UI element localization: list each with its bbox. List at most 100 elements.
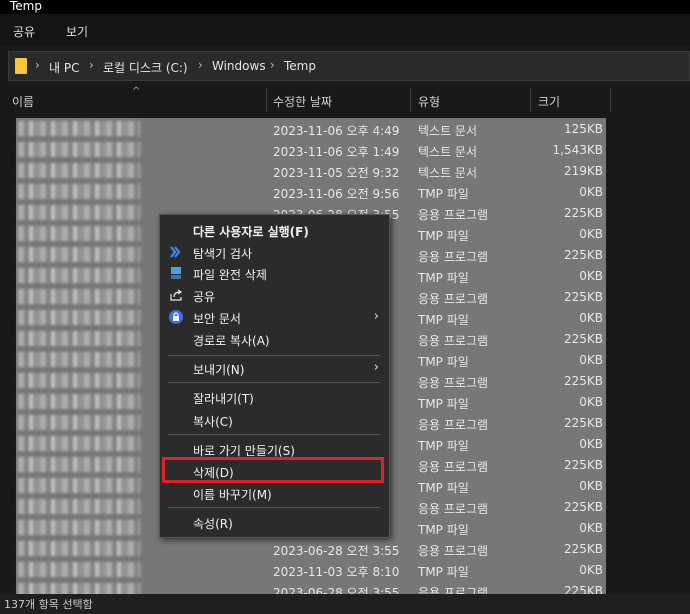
sort-indicator-icon: ^ bbox=[132, 86, 141, 97]
cell-type: 텍스트 문서 bbox=[418, 145, 478, 159]
table-row[interactable]: 2023-11-06 오후 1:49 텍스트 문서 1,543KB bbox=[0, 139, 690, 160]
file-name-redacted bbox=[18, 289, 140, 304]
cell-type: TMP 파일 bbox=[418, 523, 469, 537]
menu-scan[interactable]: 탐색기 검사 bbox=[160, 242, 389, 263]
cell-size: 0KB bbox=[579, 185, 603, 199]
cell-size: 225KB bbox=[563, 206, 603, 220]
breadcrumb-windows[interactable]: Windows bbox=[212, 59, 266, 73]
cell-type: TMP 파일 bbox=[418, 397, 469, 411]
column-type[interactable]: 유형 bbox=[418, 93, 440, 110]
cell-size: 225KB bbox=[563, 416, 603, 430]
lock-icon bbox=[169, 310, 183, 324]
menu-run-as[interactable]: 다른 사용자로 실행(F) bbox=[160, 220, 389, 241]
menu-share[interactable]: 공유 bbox=[13, 23, 35, 40]
file-name-redacted bbox=[18, 499, 140, 514]
cell-type: 응용 프로그램 bbox=[418, 376, 489, 390]
file-name-redacted bbox=[18, 541, 140, 556]
cell-size: 225KB bbox=[563, 542, 603, 556]
column-divider[interactable] bbox=[610, 88, 611, 112]
table-row[interactable]: 2023-11-05 오전 9:32 텍스트 문서 219KB bbox=[0, 160, 690, 181]
breadcrumb-separator[interactable]: › bbox=[198, 58, 203, 72]
column-name[interactable]: 이름 bbox=[12, 93, 34, 110]
cell-type: TMP 파일 bbox=[418, 229, 469, 243]
file-name-redacted bbox=[18, 310, 140, 325]
column-size[interactable]: 크기 bbox=[538, 93, 560, 110]
menu-shred-label: 파일 완전 삭제 bbox=[193, 268, 267, 282]
cell-size: 0KB bbox=[579, 311, 603, 325]
menu-cut-label: 잘라내기(T) bbox=[193, 392, 254, 406]
breadcrumb-this-pc[interactable]: 내 PC bbox=[49, 59, 79, 76]
status-bar: 137개 항목 선택함 bbox=[0, 594, 690, 614]
cell-size: 225KB bbox=[563, 458, 603, 472]
menu-cut[interactable]: 잘라내기(T) bbox=[160, 387, 389, 408]
menu-share[interactable]: 공유 bbox=[160, 285, 389, 306]
window-title: Temp bbox=[10, 0, 42, 13]
menu-view[interactable]: 보기 bbox=[66, 23, 88, 40]
cell-size: 0KB bbox=[579, 353, 603, 367]
menu-secure-label: 보안 문서 bbox=[193, 312, 241, 326]
menu-send-to[interactable]: 보내기(N) › bbox=[160, 358, 389, 379]
column-divider[interactable] bbox=[530, 88, 531, 112]
menu-copy-path-label: 경로로 복사(A) bbox=[193, 334, 270, 348]
cell-size: 225KB bbox=[563, 332, 603, 346]
menu-rename[interactable]: 이름 바꾸기(M) bbox=[160, 483, 389, 504]
cell-size: 219KB bbox=[563, 164, 603, 178]
table-row[interactable]: 2023-11-03 오후 8:10 TMP 파일 0KB bbox=[0, 559, 690, 580]
cell-type: TMP 파일 bbox=[418, 313, 469, 327]
cell-modified: 2023-11-06 오전 9:56 bbox=[273, 187, 400, 201]
chevron-right-icon: › bbox=[373, 360, 379, 375]
cell-type: 텍스트 문서 bbox=[418, 124, 478, 138]
menu-properties[interactable]: 속성(R) bbox=[160, 512, 389, 533]
cell-size: 125KB bbox=[563, 122, 603, 136]
cell-size: 1,543KB bbox=[552, 143, 603, 157]
breadcrumb-separator[interactable]: › bbox=[35, 58, 40, 72]
breadcrumb-separator[interactable]: › bbox=[270, 58, 275, 72]
column-modified[interactable]: 수정한 날짜 bbox=[273, 93, 332, 110]
table-row[interactable]: 2023-11-06 오전 9:56 TMP 파일 0KB bbox=[0, 181, 690, 202]
cell-size: 0KB bbox=[579, 269, 603, 283]
menu-copy[interactable]: 복사(C) bbox=[160, 410, 389, 431]
cell-type: 응용 프로그램 bbox=[418, 292, 489, 306]
share-icon bbox=[170, 289, 183, 301]
cell-type: TMP 파일 bbox=[418, 439, 469, 453]
cell-type: TMP 파일 bbox=[418, 565, 469, 579]
cell-type: 응용 프로그램 bbox=[418, 502, 489, 516]
cell-size: 225KB bbox=[563, 290, 603, 304]
file-name-redacted bbox=[18, 226, 140, 241]
cell-modified: 2023-06-28 오전 3:55 bbox=[273, 544, 400, 558]
address-bar[interactable]: › 내 PC › 로컬 디스크 (C:) › Windows › Temp bbox=[8, 51, 690, 81]
menu-run-as-label: 다른 사용자로 실행(F) bbox=[193, 225, 309, 239]
cell-size: 225KB bbox=[563, 500, 603, 514]
file-name-redacted bbox=[18, 247, 140, 262]
title-bar: Temp bbox=[0, 0, 690, 14]
file-name-redacted bbox=[18, 352, 140, 367]
file-name-redacted bbox=[18, 394, 140, 409]
menu-scan-label: 탐색기 검사 bbox=[193, 247, 253, 261]
menu-share-label: 공유 bbox=[193, 290, 216, 304]
column-divider[interactable] bbox=[266, 88, 267, 112]
column-divider[interactable] bbox=[410, 88, 411, 112]
table-row[interactable]: 2023-06-28 오전 3:55 응용 프로그램 225KB bbox=[0, 538, 690, 559]
menu-secure-document[interactable]: 보안 문서 › bbox=[160, 307, 389, 328]
breadcrumb-temp[interactable]: Temp bbox=[284, 59, 316, 73]
cell-type: TMP 파일 bbox=[418, 355, 469, 369]
menu-divider bbox=[168, 507, 380, 508]
menu-shred[interactable]: 파일 완전 삭제 bbox=[160, 263, 389, 284]
file-name-redacted bbox=[18, 562, 140, 577]
table-row[interactable]: 2023-11-06 오후 4:49 텍스트 문서 125KB bbox=[0, 118, 690, 139]
cell-type: TMP 파일 bbox=[418, 271, 469, 285]
menu-copy-label: 복사(C) bbox=[193, 415, 233, 429]
cell-type: 응용 프로그램 bbox=[418, 334, 489, 348]
breadcrumb-separator[interactable]: › bbox=[89, 58, 94, 72]
menu-copy-path[interactable]: 경로로 복사(A) bbox=[160, 329, 389, 350]
menu-rename-label: 이름 바꾸기(M) bbox=[193, 488, 272, 502]
cell-type: TMP 파일 bbox=[418, 187, 469, 201]
breadcrumb-local-disk[interactable]: 로컬 디스크 (C:) bbox=[103, 59, 188, 76]
scan-icon bbox=[170, 246, 181, 258]
file-name-redacted bbox=[18, 184, 140, 199]
file-name-redacted bbox=[18, 520, 140, 535]
file-name-redacted bbox=[18, 373, 140, 388]
cell-size: 225KB bbox=[563, 374, 603, 388]
file-name-redacted bbox=[18, 478, 140, 493]
cell-modified: 2023-11-06 오후 1:49 bbox=[273, 145, 400, 159]
